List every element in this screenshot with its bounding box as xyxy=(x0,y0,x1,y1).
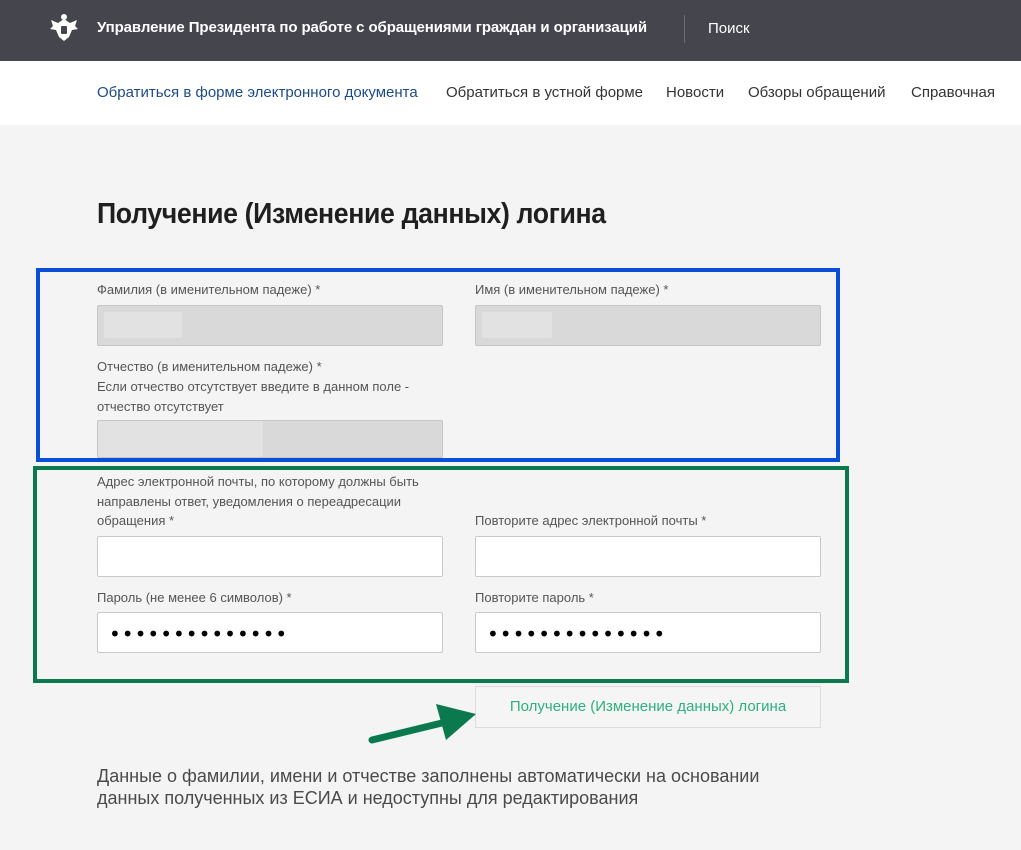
submit-login-button[interactable]: Получение (Изменение данных) логина xyxy=(475,686,821,728)
autofill-note: Данные о фамилии, имени и отчестве запол… xyxy=(97,766,760,808)
password-repeat-field[interactable]: •••••••••••••• xyxy=(475,612,821,653)
nav-item-oral-form[interactable]: Обратиться в устной форме xyxy=(446,84,643,101)
first-name-label: Имя (в именительном падеже) * xyxy=(475,282,669,297)
header-divider xyxy=(684,15,685,43)
org-title[interactable]: Управление Президента по работе с обраще… xyxy=(97,19,647,36)
patronymic-field xyxy=(97,420,443,458)
password-repeat-label: Повторите пароль * xyxy=(475,590,594,605)
redacted-value xyxy=(98,421,263,457)
password-value: •••••••••••••• xyxy=(109,622,289,646)
password-field[interactable]: •••••••••••••• xyxy=(97,612,443,653)
patronymic-hint: Если отчество отсутствует введите в данн… xyxy=(97,379,410,394)
page-title: Получение (Изменение данных) логина xyxy=(97,198,606,230)
redacted-value xyxy=(104,312,182,338)
email-repeat-field[interactable] xyxy=(475,536,821,577)
nav-item-reference[interactable]: Справочная xyxy=(911,84,995,101)
email-label-line-3: обращения * xyxy=(97,513,175,528)
nav-item-reviews[interactable]: Обзоры обращений xyxy=(748,84,885,101)
last-name-label: Фамилия (в именительном падеже) * xyxy=(97,282,321,297)
last-name-field xyxy=(97,305,443,346)
password-label: Пароль (не менее 6 символов) * xyxy=(97,590,292,605)
redacted-value xyxy=(482,312,552,338)
password-repeat-value: •••••••••••••• xyxy=(487,622,667,646)
coat-of-arms-icon xyxy=(50,14,78,41)
main-nav: Обратиться в форме электронного документ… xyxy=(0,61,1021,125)
patronymic-label: Отчество (в именительном падеже) * xyxy=(97,359,322,374)
email-repeat-label: Повторите адрес электронной почты * xyxy=(475,513,707,528)
nav-item-news[interactable]: Новости xyxy=(666,84,724,101)
pointer-arrow-icon xyxy=(368,704,476,744)
search-link[interactable]: Поиск xyxy=(708,20,750,37)
patronymic-hint-2: отчество отсутствует xyxy=(97,399,224,414)
first-name-field xyxy=(475,305,821,346)
nav-item-electronic-document[interactable]: Обратиться в форме электронного документ… xyxy=(97,84,418,101)
email-field[interactable] xyxy=(97,536,443,577)
email-label: Адрес электронной почты, по которому дол… xyxy=(97,474,419,489)
top-header: Управление Президента по работе с обраще… xyxy=(0,0,1021,61)
email-label-line-2: направлены ответ, уведомления о переадре… xyxy=(97,494,402,509)
